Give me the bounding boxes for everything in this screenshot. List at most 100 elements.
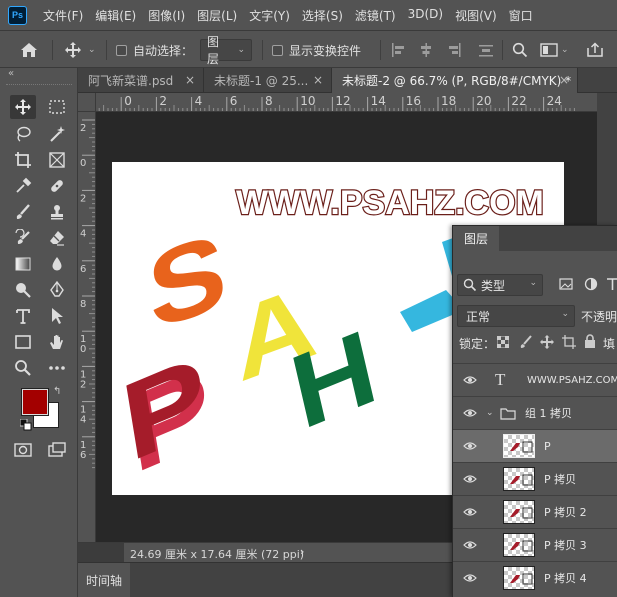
zoom-tool-icon[interactable] <box>10 356 36 380</box>
history-brush-tool-icon[interactable] <box>10 226 36 250</box>
vertical-ruler[interactable]: 20246810121416 <box>78 112 96 542</box>
layer-row-text[interactable]: T WWW.PSAHZ.COM <box>453 363 617 396</box>
eraser-tool-icon[interactable] <box>44 226 70 250</box>
auto-select-checkbox[interactable]: 自动选择： <box>116 31 193 69</box>
photoshop-logo-icon[interactable]: Ps <box>8 5 27 25</box>
eye-icon[interactable] <box>463 439 477 453</box>
layer-row-p-copy[interactable]: P 拷贝 <box>453 462 617 495</box>
type-tool-icon[interactable] <box>10 304 36 328</box>
ruler-label: 6 <box>80 450 86 461</box>
swap-colors-icon[interactable]: ↰ <box>53 386 61 397</box>
eye-icon[interactable] <box>463 505 477 519</box>
eye-icon[interactable] <box>463 406 477 420</box>
eyedropper-tool-icon[interactable] <box>10 174 36 198</box>
healing-brush-tool-icon[interactable] <box>44 174 70 198</box>
default-colors-icon[interactable] <box>19 418 32 434</box>
foreground-color-swatch[interactable] <box>21 388 49 416</box>
align-right-icon[interactable] <box>446 31 462 69</box>
chevron-down-icon[interactable]: ⌄ <box>486 408 494 418</box>
hand-tool-icon[interactable] <box>44 330 70 354</box>
auto-select-value: 图层 <box>207 35 220 66</box>
home-icon[interactable] <box>20 31 38 69</box>
tab-untitled-2[interactable]: 未标题-2 @ 66.7% (P, RGB/8#/CMYK) * × <box>332 68 578 93</box>
horizontal-ruler[interactable]: 2024681012141618202224 <box>96 93 597 112</box>
lock-position-icon[interactable] <box>540 335 554 352</box>
menu-select[interactable]: 选择(S) <box>296 7 349 24</box>
lasso-tool-icon[interactable] <box>10 122 36 146</box>
marquee-tool-icon[interactable] <box>44 95 70 119</box>
menu-type[interactable]: 文字(Y) <box>243 7 296 24</box>
auto-select-dropdown[interactable]: 图层 ⌄ <box>200 31 252 69</box>
screen-mode-icon[interactable] <box>44 438 70 462</box>
checkbox-box[interactable] <box>116 44 127 56</box>
eye-icon[interactable] <box>463 538 477 552</box>
magic-wand-tool-icon[interactable] <box>44 122 70 146</box>
filter-image-icon[interactable] <box>559 278 573 293</box>
zoom-field[interactable] <box>78 543 124 562</box>
lock-all-icon[interactable] <box>584 334 596 351</box>
layer-row-group[interactable]: ⌄ 组 1 拷贝 <box>453 396 617 429</box>
move-tool-preset-icon[interactable]: ⌄ <box>64 31 96 69</box>
menu-edit[interactable]: 编辑(E) <box>89 7 142 24</box>
menu-3d[interactable]: 3D(D) <box>402 7 449 24</box>
layer-row-p[interactable]: P <box>453 429 617 462</box>
layer-row-p-copy-2[interactable]: P 拷贝 2 <box>453 495 617 528</box>
eye-icon[interactable] <box>463 571 477 585</box>
distribute-icon[interactable] <box>478 31 494 69</box>
filter-type-icon[interactable] <box>606 277 617 294</box>
status-menu-arrow-icon[interactable]: › <box>300 545 304 558</box>
align-left-icon[interactable] <box>390 31 406 69</box>
menu-filter[interactable]: 滤镜(T) <box>349 7 402 24</box>
path-selection-tool-icon[interactable] <box>44 304 70 328</box>
ruler-label: 24 <box>547 94 562 108</box>
share-icon[interactable] <box>586 31 604 69</box>
lock-artboard-icon[interactable] <box>562 335 576 352</box>
layer-row-p-copy-3[interactable]: P 拷贝 3 <box>453 528 617 561</box>
lock-transparent-icon[interactable] <box>496 335 510 351</box>
quick-mask-icon[interactable] <box>10 438 36 462</box>
ruler-origin[interactable] <box>78 93 96 112</box>
clone-stamp-tool-icon[interactable] <box>44 200 70 224</box>
blur-tool-icon[interactable] <box>44 252 70 276</box>
menu-bar: Ps 文件(F) 编辑(E) 图像(I) 图层(L) 文字(Y) 选择(S) 滤… <box>0 0 617 30</box>
search-icon[interactable] <box>512 31 528 69</box>
layer-row-p-copy-4[interactable]: P 拷贝 4 <box>453 561 617 594</box>
ruler-label: 2 <box>96 94 97 108</box>
menu-window[interactable]: 窗口 <box>503 7 539 24</box>
more-tools-icon[interactable] <box>44 356 70 380</box>
crop-tool-icon[interactable] <box>10 148 36 172</box>
filter-kind-label: 类型 <box>481 278 506 293</box>
menu-file[interactable]: 文件(F) <box>37 7 89 24</box>
brush-tool-icon[interactable] <box>10 200 36 224</box>
align-center-icon[interactable] <box>418 31 434 69</box>
gradient-tool-icon[interactable] <box>10 252 36 276</box>
layer-filter-dropdown[interactable]: 类型 ⌄ <box>457 274 543 296</box>
collapse-panel-icon[interactable]: « <box>8 68 14 79</box>
close-icon[interactable]: × <box>313 73 323 87</box>
lock-pixels-icon[interactable] <box>519 335 533 352</box>
dodge-tool-icon[interactable] <box>10 278 36 302</box>
filter-adjustment-icon[interactable] <box>584 277 598 294</box>
workspace-icon[interactable]: ⌄ <box>540 31 569 69</box>
tab-layers[interactable]: 图层 <box>453 226 499 251</box>
eye-icon[interactable] <box>463 373 477 387</box>
rectangle-tool-icon[interactable] <box>10 330 36 354</box>
ruler-label: 0 <box>80 158 86 169</box>
eye-icon[interactable] <box>463 472 477 486</box>
move-tool-icon[interactable] <box>10 95 36 119</box>
checkbox-box[interactable] <box>272 44 283 56</box>
pen-tool-icon[interactable] <box>44 278 70 302</box>
menu-view[interactable]: 视图(V) <box>449 7 503 24</box>
menu-image[interactable]: 图像(I) <box>142 7 191 24</box>
layer-name: P <box>544 439 551 453</box>
show-transform-checkbox[interactable]: 显示变换控件 <box>272 31 361 69</box>
menu-layer[interactable]: 图层(L) <box>191 7 243 24</box>
blend-mode-dropdown[interactable]: 正常 ⌄ <box>457 305 575 327</box>
tab-untitled-1[interactable]: 未标题-1 @ 25... × <box>204 68 332 93</box>
tab-timeline[interactable]: 时间轴 <box>78 563 130 597</box>
close-icon[interactable]: × <box>559 73 569 87</box>
tab-afei-recipe[interactable]: 阿飞新菜谱.psd × <box>78 68 204 93</box>
tools-panel: « ↰ <box>0 68 78 597</box>
close-icon[interactable]: × <box>185 73 195 87</box>
frame-tool-icon[interactable] <box>44 148 70 172</box>
